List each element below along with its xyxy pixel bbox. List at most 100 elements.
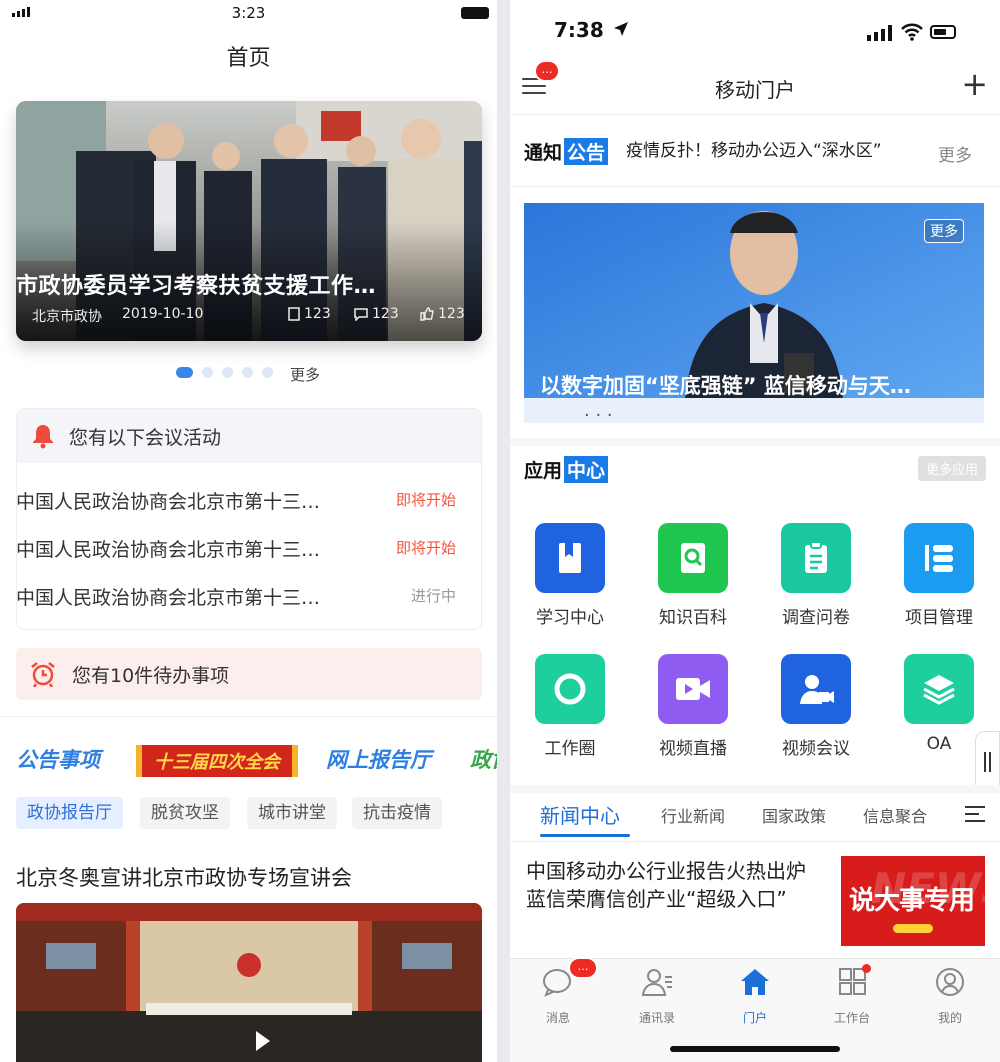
app-label: 学习中心: [536, 608, 604, 628]
book-icon: [535, 523, 605, 593]
meeting-status: 即将开始: [395, 539, 456, 557]
tab-contacts[interactable]: 通讯录: [622, 967, 692, 1026]
banner-plenary[interactable]: 十三届四次全会: [136, 745, 298, 777]
views-count: 123: [304, 306, 331, 322]
chip-epidemic[interactable]: 抗击疫情: [352, 797, 442, 829]
carousel-dot[interactable]: [176, 367, 193, 378]
app-tile[interactable]: 视频会议: [766, 654, 866, 759]
todo-banner[interactable]: 您有10件待办事项: [16, 648, 482, 700]
carousel-dot[interactable]: [202, 367, 213, 378]
tab-profile[interactable]: 我的: [915, 967, 985, 1026]
more-apps-button[interactable]: 更多应用: [917, 456, 986, 481]
home-icon: [741, 969, 769, 995]
clipboard-icon: [781, 523, 851, 593]
app-tile[interactable]: 视频直播: [643, 654, 743, 759]
notice-logo-a: 通知: [524, 142, 563, 164]
todo-text: 您有10件待办事项: [72, 664, 230, 687]
hero-more-badge[interactable]: 更多: [924, 219, 964, 243]
news-title[interactable]: 北京冬奥宣讲北京市政协专场宣讲会: [16, 862, 352, 892]
banner-announcement[interactable]: 公告事项: [16, 744, 100, 774]
notice-more-link[interactable]: 更多: [938, 141, 972, 166]
thumb-pill: [893, 924, 933, 933]
app-label: 知识百科: [659, 608, 727, 628]
wifi-icon: [901, 23, 923, 41]
app-tile[interactable]: OA: [889, 654, 989, 754]
app-label: 项目管理: [905, 608, 973, 628]
comments-count: 123: [372, 306, 399, 322]
contacts-icon: [641, 969, 672, 996]
tab-portal[interactable]: 门户: [720, 967, 790, 1026]
battery-icon: [461, 7, 489, 19]
video-thumbnail[interactable]: [16, 903, 482, 1062]
search-doc-icon: [658, 523, 728, 593]
meeting-item[interactable]: 中国人民政治协商会北京市第十三… 即将开始: [16, 487, 456, 517]
hero-photo: [16, 101, 482, 341]
carousel-dot[interactable]: [242, 367, 253, 378]
hero-date: 2019-10-10: [122, 306, 204, 322]
notice-logo-b: 公告: [564, 138, 609, 165]
tab-workbench[interactable]: 工作台: [817, 967, 887, 1026]
status-time: 7:38: [554, 18, 629, 42]
meeting-hall-photo: [16, 903, 482, 1062]
side-drawer-handle[interactable]: [975, 731, 1000, 793]
signal-icon: [867, 25, 892, 41]
app-tile[interactable]: 项目管理: [889, 523, 989, 628]
app-label: OA: [926, 734, 952, 754]
notice-text[interactable]: 疫情反扑！移动办公迈入“深水区”: [626, 136, 882, 161]
chip-report-hall[interactable]: 政协报告厅: [16, 797, 123, 829]
divider: [510, 841, 1000, 842]
meeting-item[interactable]: 中国人民政治协商会北京市第十三… 即将开始: [16, 535, 456, 565]
active-tab-indicator: [540, 834, 630, 837]
page-title: 首页: [226, 46, 271, 71]
workbench-dot: [862, 964, 871, 973]
home-indicator: [670, 1046, 840, 1052]
meeting-item[interactable]: 中国人民政治协商会北京市第十三… 进行中: [16, 583, 456, 613]
tab-list-icon[interactable]: [965, 806, 985, 827]
app-tile[interactable]: 工作圈: [520, 654, 620, 759]
tab-national-policy[interactable]: 国家政策: [762, 803, 826, 827]
thumb-text: 说大事专用: [849, 886, 975, 916]
app-tile[interactable]: 知识百科: [643, 523, 743, 628]
hero-title: 以数字加固“坚底强链” 蓝信移动与天…: [540, 374, 911, 398]
doc-icon: [288, 307, 300, 321]
hero-card[interactable]: [16, 101, 482, 341]
thumb-up-icon: [420, 307, 434, 321]
video-icon: [658, 654, 728, 724]
hero-comments: 123: [354, 306, 399, 322]
hero-title: 市政协委员学习考察扶贫支援工作…: [16, 274, 377, 299]
banner-cppcc[interactable]: 政协: [470, 744, 497, 774]
tab-news-center[interactable]: 新闻中心: [540, 800, 620, 829]
carousel-dot[interactable]: [262, 367, 273, 378]
likes-count: 123: [438, 306, 465, 322]
tab-label: 通讯录: [638, 1011, 675, 1025]
carousel-dot[interactable]: [222, 367, 233, 378]
hero-views: 123: [288, 306, 331, 322]
meeting-status: 进行中: [410, 587, 456, 605]
alarm-clock-icon: [31, 662, 55, 687]
meeting-status: 即将开始: [395, 491, 456, 509]
chip-city-lecture[interactable]: 城市讲堂: [247, 797, 337, 829]
bell-icon: [33, 425, 53, 449]
video-meeting-icon: [781, 654, 851, 724]
tab-industry-news[interactable]: 行业新闻: [661, 803, 725, 827]
meeting-title: 中国人民政治协商会北京市第十三…: [16, 587, 321, 609]
divider: [510, 186, 1000, 187]
right-screen: 7:38 … 移动门户 + 通知 公告 疫情反扑！移动办公迈入“深水区” 更多: [510, 0, 1000, 1062]
hero-backdrop-text: · · ·: [584, 405, 613, 423]
article-thumbnail[interactable]: NEWS 说大事专用: [841, 856, 985, 946]
hero-source: 北京市政协: [32, 309, 102, 325]
carousel-dots[interactable]: [176, 367, 273, 378]
app-label: 调查问卷: [782, 608, 850, 628]
divider: [510, 114, 1000, 115]
article-title[interactable]: 中国移动办公行业报告火热出炉 蓝信荣膺信创产业“超级入口”: [526, 857, 826, 913]
app-tile[interactable]: 调查问卷: [766, 523, 866, 628]
banner-report-hall[interactable]: 网上报告厅: [326, 744, 431, 774]
app-tile[interactable]: 学习中心: [520, 523, 620, 628]
meeting-title: 中国人民政治协商会北京市第十三…: [16, 539, 321, 561]
carousel-more-link[interactable]: 更多: [290, 364, 320, 385]
tab-info-aggregate[interactable]: 信息聚合: [863, 803, 927, 827]
chip-poverty[interactable]: 脱贫攻坚: [140, 797, 230, 829]
add-icon[interactable]: +: [961, 68, 988, 100]
tab-label: 工作台: [833, 1011, 870, 1025]
notice-logo: 通知 公告: [524, 138, 609, 165]
